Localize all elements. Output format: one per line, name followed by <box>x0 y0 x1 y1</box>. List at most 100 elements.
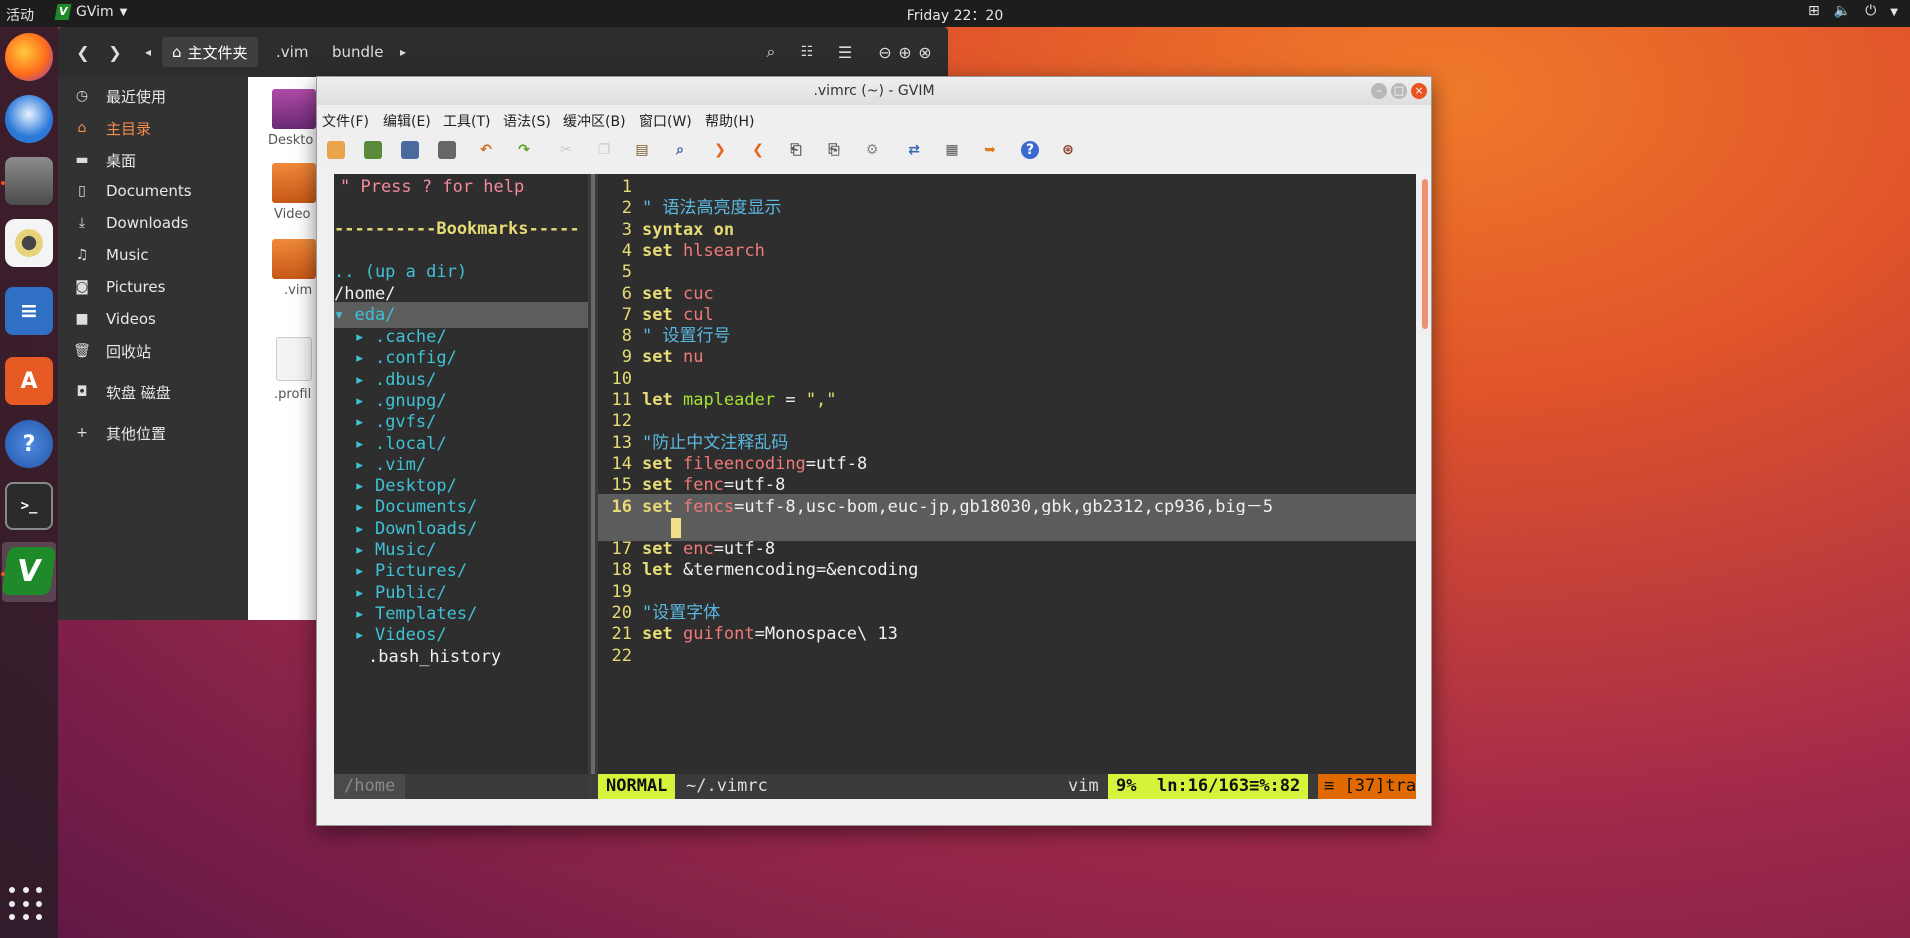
gvim-window: .vimrc (~) - GVIM – □ × 文件(F) 编辑(E) 工具(T… <box>316 76 1432 826</box>
videos-folder-icon[interactable] <box>272 163 316 203</box>
menu-tools[interactable]: 工具(T) <box>443 111 490 131</box>
make-icon[interactable]: ⇄ <box>905 141 923 159</box>
maximize-icon[interactable]: ⊕ <box>898 37 912 67</box>
menu-help[interactable]: 帮助(H) <box>705 111 754 131</box>
sidebar-item-trash[interactable]: 🗑 回收站 <box>58 336 248 366</box>
save-all-icon[interactable] <box>401 141 419 159</box>
system-tray[interactable]: ⊞ 🔈 ⏻ ▼ <box>1808 3 1898 23</box>
code-token: set <box>642 475 673 496</box>
toolbar: ↶ ↷ ✂ ❐ ▤ ⌕ ❯ ❮ ⎗ ⎘ ⚙ ⇄ ▦ ➥ ? ⊛ <box>317 133 1431 167</box>
thunderbird-icon[interactable] <box>5 95 53 143</box>
dock: ≡ A ? >_ V <box>0 27 58 938</box>
sidebar-item-music[interactable]: ♫ Music <box>58 240 248 270</box>
gvim-icon[interactable]: V <box>1 547 57 595</box>
undo-icon[interactable]: ↶ <box>477 141 495 159</box>
window-titlebar[interactable]: .vimrc (~) - GVIM – □ × <box>317 77 1431 105</box>
save-icon[interactable] <box>364 141 382 159</box>
sidebar-item-documents[interactable]: ▯ Documents <box>58 176 248 206</box>
status-filetype: vim <box>1068 776 1099 796</box>
menu-syntax[interactable]: 语法(S) <box>503 111 551 131</box>
sidebar-item-home[interactable]: ⌂ 主目录 <box>58 113 248 143</box>
paste-icon[interactable]: ▤ <box>633 141 651 159</box>
close-icon[interactable]: ⊗ <box>918 37 932 67</box>
redo-icon[interactable]: ↷ <box>515 141 533 159</box>
sidebar-item-pictures[interactable]: ◙ Pictures <box>58 272 248 302</box>
back-icon[interactable]: ❮ <box>70 37 96 67</box>
power-icon[interactable]: ⏻ <box>1865 3 1876 23</box>
menu-edit[interactable]: 编辑(E) <box>383 111 431 131</box>
menu-icon[interactable]: ☰ <box>832 37 858 67</box>
search-icon[interactable]: ⌕ <box>758 37 784 67</box>
open-icon[interactable] <box>327 141 345 159</box>
cut-icon[interactable]: ✂ <box>557 141 575 159</box>
disk-icon: ◘ <box>76 384 88 400</box>
find-help-icon[interactable]: ⊛ <box>1059 141 1077 159</box>
run-script-icon[interactable]: ⚙ <box>863 141 881 159</box>
nerdtree-panel[interactable]: " Press ? for help ----------Bookmarks--… <box>334 174 588 799</box>
sidebar-item-desktop[interactable]: ▬ 桌面 <box>58 145 248 175</box>
clock[interactable]: Friday 22：20 <box>0 5 1910 25</box>
breadcrumb-right-icon[interactable]: ▸ <box>396 37 410 67</box>
file-label: .vim <box>284 283 313 298</box>
vertical-split[interactable] <box>588 174 598 799</box>
help-icon[interactable]: ? <box>5 420 53 468</box>
breadcrumb-bundle[interactable]: bundle <box>322 37 393 67</box>
files-icon[interactable] <box>5 157 53 205</box>
chevron-down-icon[interactable]: ▼ <box>1890 3 1898 23</box>
breadcrumb-left-icon[interactable]: ◂ <box>140 37 156 67</box>
close-icon[interactable]: × <box>1411 83 1427 99</box>
sidebar-item-other-locations[interactable]: + 其他位置 <box>58 418 248 448</box>
menu-window[interactable]: 窗口(W) <box>639 111 692 131</box>
network-icon[interactable]: ⊞ <box>1808 3 1820 23</box>
find-prev-icon[interactable]: ❮ <box>749 141 767 159</box>
breadcrumb-home[interactable]: ⌂ 主文件夹 <box>162 37 258 67</box>
editor-area[interactable]: " Press ? for help ----------Bookmarks--… <box>334 174 1416 799</box>
print-icon[interactable] <box>438 141 456 159</box>
text-file-icon[interactable] <box>276 337 312 381</box>
code-token: set <box>642 347 673 368</box>
tree-dir-label: Public/ <box>374 582 447 603</box>
software-center-icon[interactable]: A <box>5 357 53 405</box>
menu-buffers[interactable]: 缓冲区(B) <box>563 111 626 131</box>
ctags-icon[interactable]: ➥ <box>981 141 999 159</box>
libreoffice-writer-icon[interactable]: ≡ <box>5 287 53 335</box>
tree-file-bash-history[interactable]: .bash_history <box>368 644 588 670</box>
forward-icon[interactable]: ❯ <box>102 37 128 67</box>
save-session-icon[interactable]: ⎘ <box>825 141 843 159</box>
activities-button[interactable]: 活动 <box>6 5 34 25</box>
rhythmbox-icon[interactable] <box>5 219 53 267</box>
sidebar-item-recent[interactable]: ◷ 最近使用 <box>58 81 248 111</box>
tree-dir-label: Music/ <box>374 540 437 560</box>
sidebar-item-label: Videos <box>106 310 156 328</box>
scrollbar[interactable] <box>1422 179 1428 329</box>
find-next-icon[interactable]: ❯ <box>711 141 729 159</box>
code-line[interactable]: 22 <box>598 643 1416 669</box>
sidebar-item-floppy[interactable]: ◘ 软盘 磁盘 <box>58 377 248 407</box>
minimize-icon[interactable]: – <box>1371 83 1387 99</box>
sidebar-item-downloads[interactable]: ⤓ Downloads <box>58 208 248 238</box>
minimize-icon[interactable]: ⊖ <box>878 37 892 67</box>
terminal-icon[interactable]: >_ <box>5 482 53 530</box>
sidebar-item-videos[interactable]: ■ Videos <box>58 304 248 334</box>
view-toggle-icon[interactable]: ☷ <box>794 37 820 67</box>
tree-dir-label: .vim/ <box>374 454 427 475</box>
shell-icon[interactable]: ▦ <box>943 141 961 159</box>
show-apps-icon[interactable] <box>9 887 45 923</box>
vim-folder-icon[interactable] <box>272 239 316 279</box>
running-indicator <box>1 572 5 576</box>
load-session-icon[interactable]: ⎗ <box>787 141 805 159</box>
code-token: &termencoding=&encoding <box>672 560 919 581</box>
find-replace-icon[interactable]: ⌕ <box>671 141 689 159</box>
desktop-folder-icon[interactable] <box>272 89 316 129</box>
code-token: fenc <box>682 475 724 496</box>
code-buffer[interactable]: 1 2 " 语法高亮度显示 3 syntax on 4 set hlsearch 5 6 set … <box>598 174 1416 774</box>
menu-file[interactable]: 文件(F) <box>322 111 369 131</box>
copy-icon[interactable]: ❐ <box>595 141 613 159</box>
app-menu[interactable]: V GVim ▼ <box>54 4 127 20</box>
volume-icon[interactable]: 🔈 <box>1834 3 1851 23</box>
firefox-icon[interactable] <box>5 33 53 81</box>
breadcrumb-vim[interactable]: .vim <box>266 37 318 67</box>
maximize-icon[interactable]: □ <box>1391 83 1407 99</box>
help-icon[interactable]: ? <box>1021 141 1039 159</box>
